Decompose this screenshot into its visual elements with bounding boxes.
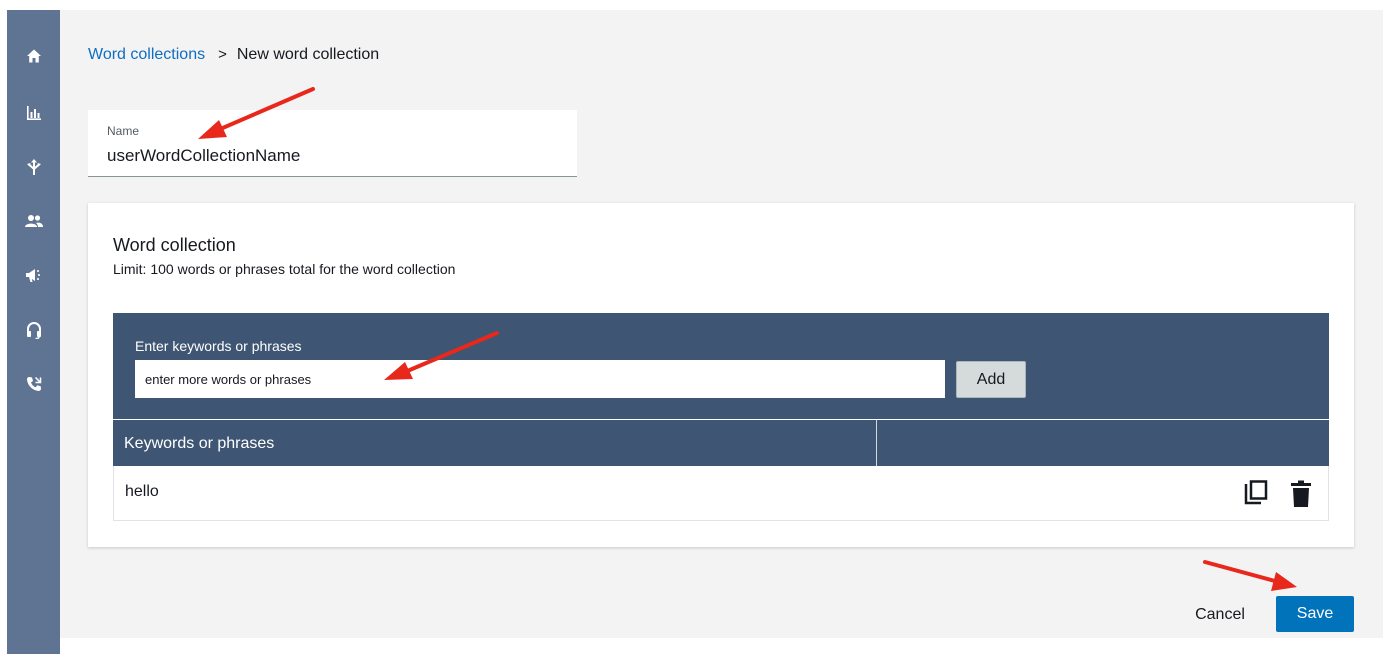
name-field-label: Name	[107, 124, 140, 138]
name-field-value[interactable]: userWordCollectionName	[107, 146, 300, 166]
delete-icon[interactable]	[1290, 480, 1312, 508]
keyword-cell: hello	[125, 483, 159, 500]
keyword-input[interactable]	[135, 360, 945, 398]
sidebar	[7, 10, 60, 654]
cancel-button[interactable]: Cancel	[1178, 597, 1262, 633]
copy-icon[interactable]	[1244, 480, 1268, 506]
bar-chart-icon[interactable]	[23, 102, 45, 124]
card-subtitle: Limit: 100 words or phrases total for th…	[113, 261, 456, 277]
card-title: Word collection	[113, 235, 236, 255]
breadcrumb: Word collections > New word collection	[88, 45, 379, 65]
table-row: hello	[113, 466, 1329, 521]
users-icon[interactable]	[23, 210, 45, 232]
phone-icon[interactable]	[23, 373, 45, 395]
headset-icon[interactable]	[23, 319, 45, 341]
add-button[interactable]: Add	[956, 361, 1026, 398]
keywords-table-header: Keywords or phrases	[113, 420, 1329, 466]
column-header-keywords: Keywords or phrases	[113, 420, 877, 466]
breadcrumb-current: New word collection	[236, 46, 380, 63]
routing-icon[interactable]	[23, 156, 45, 178]
keyword-entry-label: Enter keywords or phrases	[135, 338, 302, 354]
breadcrumb-link-word-collections[interactable]: Word collections	[88, 45, 205, 65]
breadcrumb-separator: >	[218, 46, 227, 63]
keyword-entry-panel: Enter keywords or phrases Add	[113, 313, 1329, 419]
main-bottom-strip	[60, 638, 1383, 654]
name-field[interactable]: Name userWordCollectionName	[88, 110, 577, 177]
column-header-actions	[877, 420, 1329, 466]
home-icon[interactable]	[23, 45, 45, 67]
save-button[interactable]: Save	[1276, 596, 1354, 632]
megaphone-icon[interactable]	[23, 264, 45, 286]
